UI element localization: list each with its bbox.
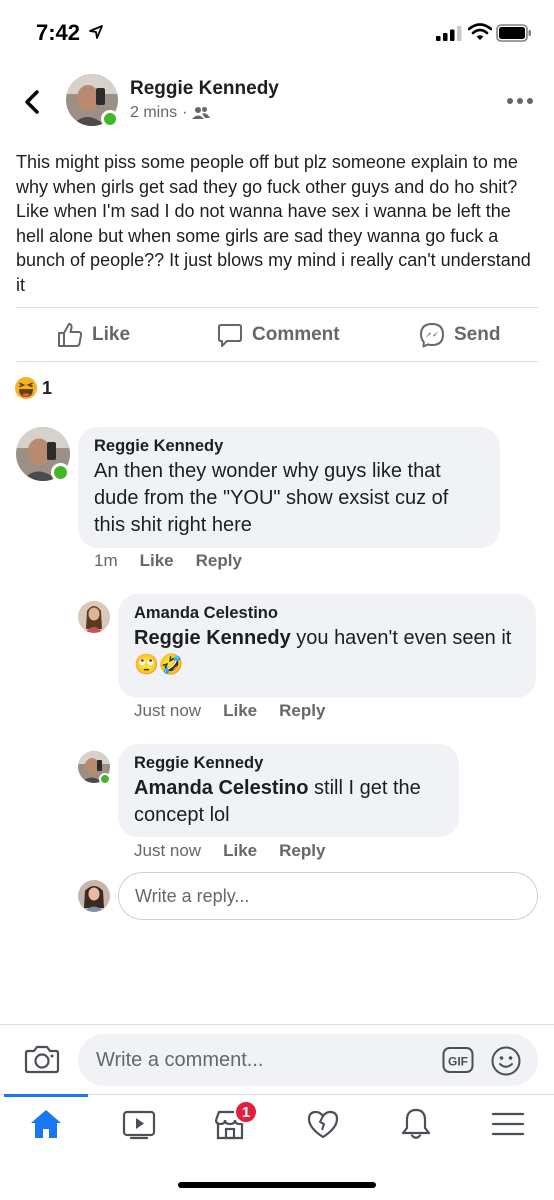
reply-input[interactable]: Write a reply... bbox=[118, 872, 538, 920]
nav-active-indicator bbox=[4, 1094, 88, 1097]
friends-audience-icon bbox=[192, 107, 211, 119]
battery-icon bbox=[496, 24, 531, 42]
like-label: Like bbox=[92, 324, 131, 345]
haha-emoji-icon bbox=[15, 377, 37, 399]
online-status-dot bbox=[51, 463, 70, 482]
divider bbox=[16, 361, 538, 362]
marketplace-notification-badge: 1 bbox=[234, 1100, 258, 1124]
nav-home[interactable] bbox=[28, 1106, 64, 1142]
wifi-icon bbox=[468, 23, 492, 40]
comment-text: An then they wonder why guys like that d… bbox=[94, 460, 449, 536]
reaction-count: 1 bbox=[42, 377, 53, 398]
gif-label: GIF bbox=[448, 1055, 468, 1069]
comment-bubble[interactable]: Reggie Kennedy An then they wonder why g… bbox=[78, 427, 500, 548]
back-arrow-icon[interactable] bbox=[20, 88, 44, 116]
meta-separator: · bbox=[182, 104, 188, 121]
send-label: Send bbox=[454, 324, 501, 345]
reply-reply-button[interactable]: Reply bbox=[279, 701, 325, 721]
bottom-navigation bbox=[0, 1094, 554, 1158]
cellular-signal-icon bbox=[436, 26, 462, 41]
more-options-icon[interactable] bbox=[506, 96, 534, 106]
reply-mention[interactable]: Reggie Kennedy bbox=[134, 627, 291, 649]
home-indicator[interactable] bbox=[178, 1182, 376, 1188]
nav-notifications[interactable] bbox=[398, 1106, 434, 1142]
gif-icon[interactable]: GIF bbox=[442, 1046, 474, 1074]
post-author-name[interactable]: Reggie Kennedy bbox=[130, 78, 279, 100]
reaction-summary[interactable]: 1 bbox=[14, 376, 52, 400]
reply-bubble[interactable]: Amanda Celestino Reggie Kennedy you have… bbox=[118, 594, 536, 698]
status-bar: 7:42 bbox=[0, 0, 554, 64]
divider bbox=[16, 307, 538, 308]
comment-like-button[interactable]: Like bbox=[140, 551, 174, 571]
post-meta: 2 mins · bbox=[130, 104, 211, 122]
nav-menu[interactable] bbox=[490, 1106, 526, 1142]
location-arrow-icon bbox=[89, 25, 103, 39]
nav-dating[interactable] bbox=[305, 1106, 341, 1142]
current-user-avatar bbox=[78, 880, 110, 912]
camera-icon[interactable] bbox=[24, 1041, 60, 1077]
nav-watch[interactable] bbox=[121, 1106, 157, 1142]
reply-avatar[interactable] bbox=[78, 601, 110, 633]
reply-actions: Just now Like Reply bbox=[134, 701, 325, 721]
comment-author[interactable]: Reggie Kennedy bbox=[94, 437, 484, 456]
reply-author[interactable]: Amanda Celestino bbox=[134, 604, 520, 623]
post-text: This might piss some people off but plz … bbox=[16, 152, 531, 295]
heart-icon bbox=[307, 1110, 339, 1139]
comment-bubble-icon bbox=[218, 324, 242, 347]
comment-placeholder: Write a comment... bbox=[96, 1048, 264, 1071]
reply-like-button[interactable]: Like bbox=[223, 701, 257, 721]
reply-author[interactable]: Reggie Kennedy bbox=[134, 754, 443, 773]
comment-reply-button[interactable]: Reply bbox=[196, 551, 242, 571]
comment-actions: 1m Like Reply bbox=[94, 551, 242, 571]
reply-actions: Just now Like Reply bbox=[134, 841, 325, 861]
reply-time: Just now bbox=[134, 841, 202, 860]
hamburger-menu-icon bbox=[491, 1112, 525, 1136]
video-watch-icon bbox=[122, 1110, 156, 1140]
thumbs-up-icon bbox=[58, 323, 83, 347]
comment-time: 1m bbox=[94, 551, 118, 570]
status-time: 7:42 bbox=[36, 20, 81, 45]
comment-label: Comment bbox=[252, 324, 340, 345]
send-button[interactable]: Send bbox=[418, 320, 500, 350]
reply-time: Just now bbox=[134, 701, 202, 720]
reply-mention[interactable]: Amanda Celestino bbox=[134, 777, 308, 799]
emoji-smile-icon[interactable] bbox=[490, 1045, 522, 1077]
like-button[interactable]: Like bbox=[56, 320, 130, 350]
comment-button[interactable]: Comment bbox=[216, 320, 340, 350]
post-time[interactable]: 2 mins bbox=[130, 104, 177, 122]
reply-reply-button[interactable]: Reply bbox=[279, 841, 325, 861]
reply-placeholder: Write a reply... bbox=[135, 885, 250, 906]
home-icon bbox=[31, 1110, 61, 1138]
online-status-dot bbox=[101, 110, 119, 128]
messenger-icon bbox=[420, 323, 444, 348]
reply-like-button[interactable]: Like bbox=[223, 841, 257, 861]
bell-icon bbox=[401, 1108, 431, 1139]
reply-text: Amanda Celestino still I get the concept… bbox=[134, 775, 443, 829]
online-status-dot bbox=[99, 773, 111, 785]
reply-bubble[interactable]: Reggie Kennedy Amanda Celestino still I … bbox=[118, 744, 459, 837]
reply-text: Reggie Kennedy you haven't even seen it … bbox=[134, 625, 520, 679]
